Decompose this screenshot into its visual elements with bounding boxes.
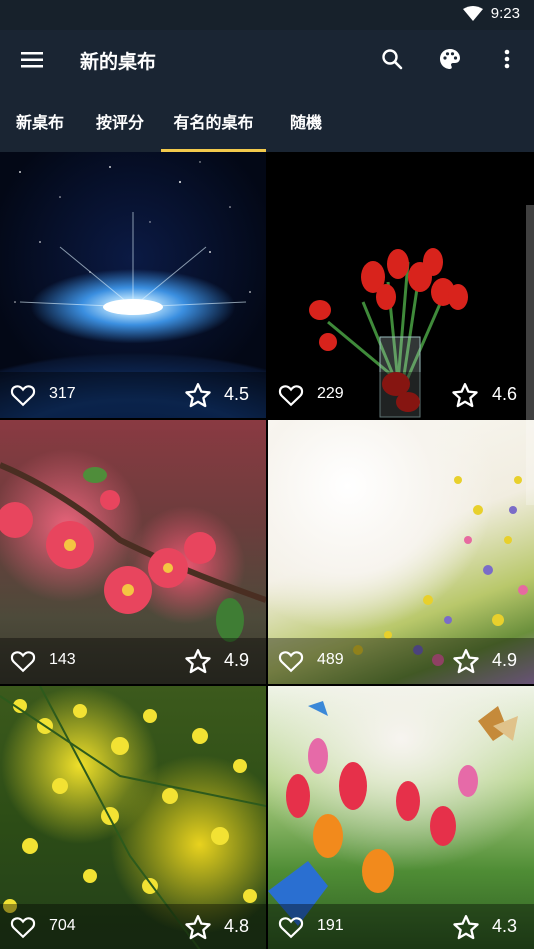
tab-by-rating[interactable]: 按评分 [82,90,158,152]
tile-info-bar: 317 4.5 [0,372,266,418]
wallpaper-tile[interactable]: 704 4.8 [0,686,266,949]
likes-count: 191 [317,917,344,934]
wallpaper-tile[interactable]: 143 4.9 [0,420,266,684]
likes-count: 229 [317,385,344,402]
wallpaper-tile[interactable]: 229 4.6 [268,152,526,418]
heart-icon[interactable] [10,915,36,944]
app-root: 9:23 新的桌布 新桌布 按评分 有名的桌布 随機 317 4.5 229 4… [0,0,534,949]
wallpaper-tile[interactable]: 191 4.3 [268,686,534,949]
hamburger-menu-icon[interactable] [18,46,46,74]
star-icon[interactable] [451,382,479,414]
status-time: 9:23 [490,5,520,22]
palette-icon[interactable] [435,44,465,74]
likes-count: 489 [317,651,344,668]
tile-info-bar: 704 4.8 [0,904,266,949]
tab-new[interactable]: 新桌布 [2,90,78,152]
tile-info-bar: 143 4.9 [0,638,266,684]
wallpaper-grid: 317 4.5 229 4.6 143 4.9 489 4.9 704 4.8 … [0,152,534,949]
wifi-icon [462,5,483,22]
page-title: 新的桌布 [80,52,157,73]
tab-famous[interactable]: 有名的桌布 [161,90,266,152]
more-vert-icon[interactable] [492,44,522,74]
likes-count: 317 [49,385,76,402]
tile-info-bar: 191 4.3 [268,904,534,949]
star-icon[interactable] [184,914,212,946]
rating-value: 4.9 [492,650,518,670]
rating-value: 4.9 [224,650,250,670]
status-indicators: 9:23 [462,5,520,22]
rating-value: 4.8 [224,916,250,936]
tile-info-bar: 229 4.6 [268,372,526,418]
heart-icon[interactable] [10,649,36,678]
wallpaper-tile[interactable]: 317 4.5 [0,152,266,418]
scrollbar-thumb[interactable] [526,205,534,505]
rating-value: 4.6 [492,384,518,404]
status-bar: 9:23 [0,0,534,30]
heart-icon[interactable] [278,649,304,678]
star-icon[interactable] [452,914,480,946]
category-tabs: 新桌布 按评分 有名的桌布 随機 [0,90,534,152]
search-icon[interactable] [377,44,407,74]
star-icon[interactable] [452,648,480,680]
likes-count: 143 [49,651,76,668]
star-icon[interactable] [184,382,212,414]
rating-value: 4.5 [224,384,250,404]
star-icon[interactable] [184,648,212,680]
heart-icon[interactable] [278,383,304,412]
heart-icon[interactable] [10,383,36,412]
tab-random[interactable]: 随機 [270,90,342,152]
wallpaper-tile[interactable]: 489 4.9 [268,420,534,684]
heart-icon[interactable] [278,915,304,944]
rating-value: 4.3 [492,916,518,936]
tile-info-bar: 489 4.9 [268,638,534,684]
likes-count: 704 [49,917,76,934]
app-toolbar: 新的桌布 [0,30,534,90]
